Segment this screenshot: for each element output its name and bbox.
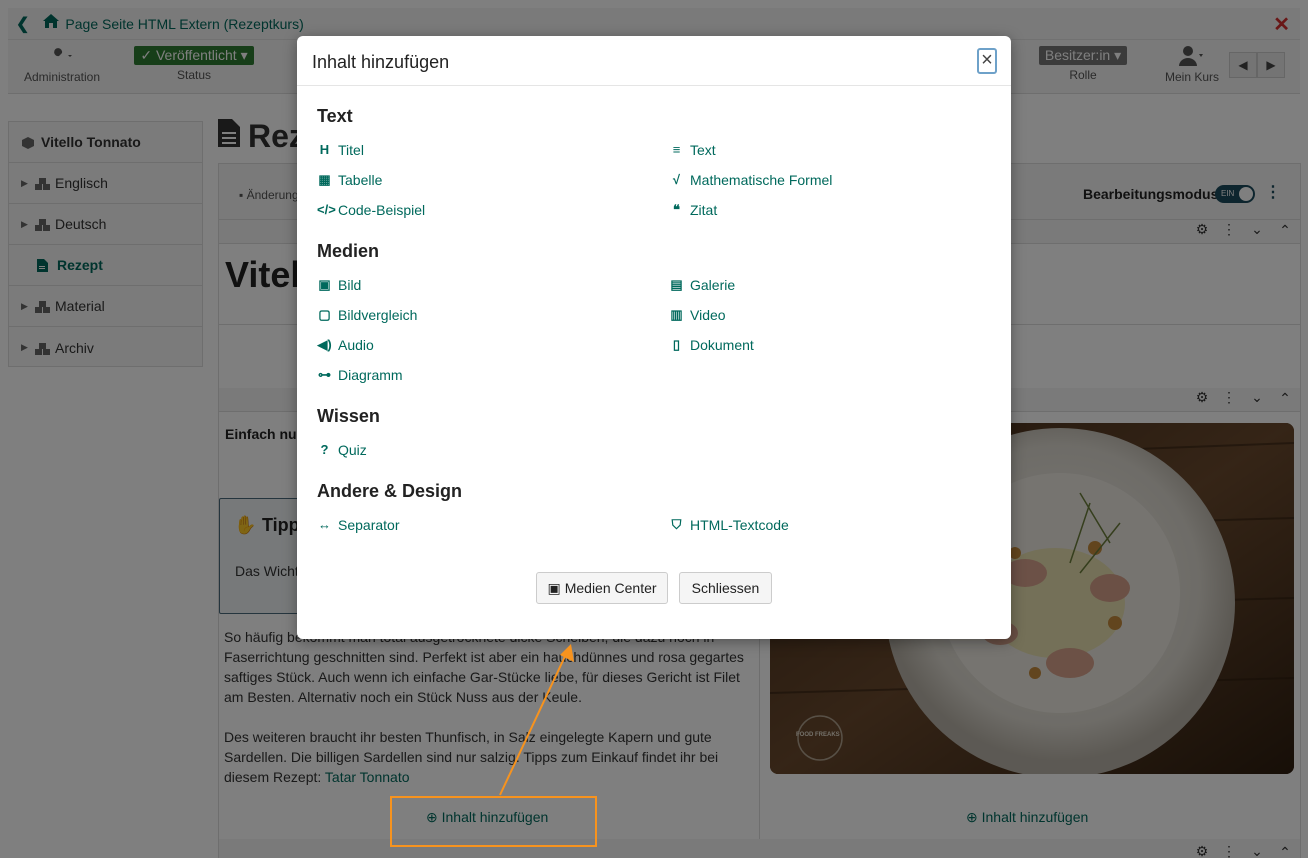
section-media: Medien [317, 241, 380, 261]
item-diagramm[interactable]: ⊶ Diagramm [317, 367, 403, 383]
item-video[interactable]: ▥ Video [669, 307, 726, 323]
item-label: Audio [338, 337, 374, 353]
section-other: Andere & Design [317, 481, 463, 501]
media-center-label: Medien Center [564, 580, 657, 596]
align-left-icon: ≡ [672, 142, 681, 157]
table-icon: ▦ [318, 172, 331, 187]
square-root-icon: √ [672, 172, 681, 187]
item-label: Diagramm [338, 367, 403, 383]
item-label: Tabelle [338, 172, 383, 188]
item-code[interactable]: </> Code-Beispiel [317, 202, 425, 218]
item-label: Bild [338, 277, 362, 293]
item-label: Quiz [338, 442, 367, 458]
item-bildvergleich[interactable]: ▢ Bildvergleich [317, 307, 417, 323]
film-icon: ▥ [670, 307, 683, 322]
image-compare-icon: ▢ [318, 307, 331, 322]
diagram-icon: ⊶ [318, 367, 331, 382]
image-icon: ▣ [547, 579, 561, 596]
item-tabelle[interactable]: ▦ Tabelle [317, 172, 382, 188]
item-label: Bildvergleich [338, 307, 418, 323]
quote-icon: ❝ [673, 202, 680, 217]
item-titel[interactable]: H Titel [317, 142, 364, 158]
code-icon: </> [317, 202, 336, 217]
section-text: Text [317, 106, 353, 126]
dialog-title: Inhalt hinzufügen [312, 52, 450, 72]
item-label: Separator [338, 517, 400, 533]
html5-icon: ⛉ [671, 517, 682, 532]
heading-icon: H [319, 142, 330, 157]
item-label: Text [690, 142, 716, 158]
dialog-close-button[interactable]: × [977, 48, 997, 74]
image-icon: ▣ [318, 277, 331, 292]
item-galerie[interactable]: ▤ Galerie [669, 277, 735, 293]
dialog-header: Inhalt hinzufügen × [297, 36, 1011, 86]
close-icon: × [981, 49, 993, 71]
item-dokument[interactable]: ▯ Dokument [669, 337, 754, 353]
item-bild[interactable]: ▣ Bild [317, 277, 361, 293]
add-content-dialog: Inhalt hinzufügen × Text H Titel ≡ Text ▦ T… [297, 36, 1011, 639]
media-center-button[interactable]: ▣ Medien Center [536, 572, 668, 604]
highlight-box [390, 796, 597, 847]
item-html[interactable]: ⛉ HTML-Textcode [669, 517, 789, 533]
close-button[interactable]: Schliessen [679, 572, 772, 604]
volume-icon: ◀) [317, 337, 332, 352]
item-label: Zitat [690, 202, 718, 218]
item-text[interactable]: ≡ Text [669, 142, 716, 158]
item-separator[interactable]: ↔ Separator [317, 517, 399, 533]
item-quiz[interactable]: ? Quiz [317, 442, 367, 458]
item-label: Code-Beispiel [338, 202, 426, 218]
item-label: Video [690, 307, 726, 323]
section-knowledge: Wissen [317, 406, 380, 426]
item-audio[interactable]: ◀) Audio [317, 337, 374, 353]
item-label: Galerie [690, 277, 736, 293]
file-icon: ▯ [672, 337, 681, 352]
item-zitat[interactable]: ❝ Zitat [669, 202, 717, 218]
question-icon: ? [320, 442, 329, 457]
annotation-arrow [499, 644, 574, 796]
images-icon: ▤ [670, 277, 683, 292]
item-label: Dokument [690, 337, 754, 353]
item-label: HTML-Textcode [690, 517, 789, 533]
item-label: Titel [338, 142, 364, 158]
item-label: Mathematische Formel [690, 172, 833, 188]
arrows-horizontal-icon: ↔ [318, 517, 331, 532]
item-formel[interactable]: √ Mathematische Formel [669, 172, 832, 188]
